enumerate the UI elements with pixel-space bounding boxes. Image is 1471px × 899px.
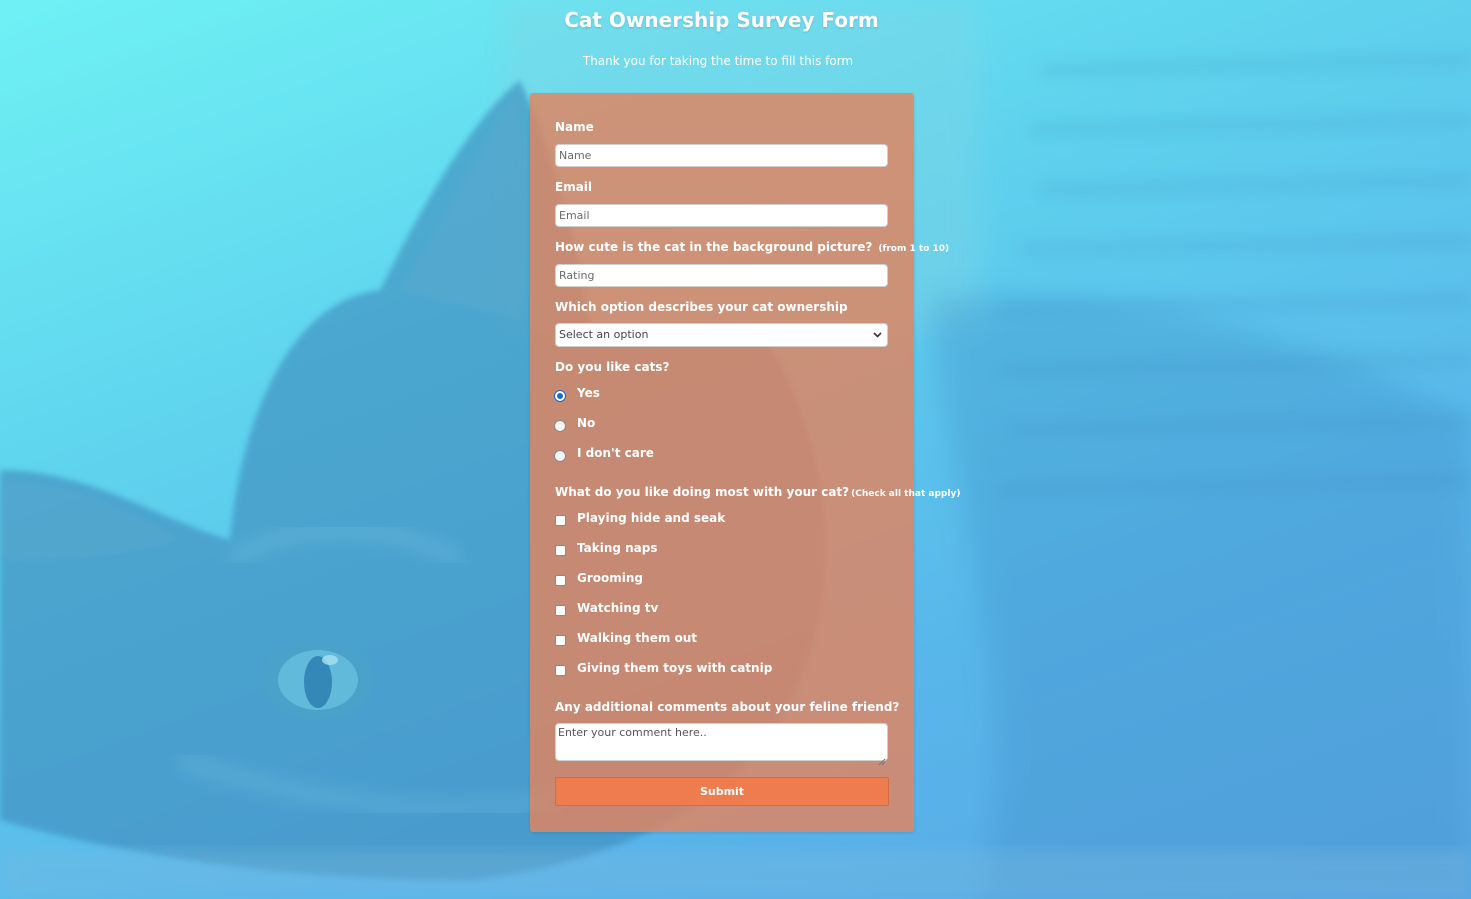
resize-grip-icon[interactable] [878,751,886,770]
radio-button[interactable] [554,450,566,462]
email-input[interactable] [555,204,888,227]
radio-button[interactable] [554,420,566,432]
rating-label-text: How cute is the cat in the background pi… [555,240,873,254]
rating-hint: (from 1 to 10) [878,244,950,254]
like-cats-label: Do you like cats? [555,360,670,374]
comments-textarea[interactable] [555,723,888,761]
activities-label-text: What do you like doing most with your ca… [555,485,850,499]
checkbox[interactable] [555,635,566,646]
rating-input[interactable] [555,264,888,287]
checkbox[interactable] [555,665,566,676]
activities-label: What do you like doing most with your ca… [555,485,960,499]
checkbox[interactable] [555,515,566,526]
name-input[interactable] [555,144,888,167]
ownership-select-value: Select an option [559,328,649,341]
submit-button[interactable]: Submit [555,777,889,806]
survey-form: Name Email How cute is the cat in the ba… [530,93,960,832]
radio-button[interactable] [554,390,566,402]
activities-hint: (Check all that apply) [851,489,961,499]
checkbox-label: Taking naps [577,541,658,555]
checkbox-label: Grooming [577,571,644,585]
ownership-label: Which option describes your cat ownershi… [555,300,848,314]
checkbox[interactable] [555,605,566,616]
checkbox[interactable] [555,575,566,586]
rating-label: How cute is the cat in the background pi… [555,240,949,254]
checkbox-label: Playing hide and seak [577,511,726,525]
ownership-select[interactable]: Select an option [555,323,888,347]
checkbox-label: Walking them out [577,631,698,645]
page-subtitle: Thank you for taking the time to fill th… [582,54,854,68]
checkbox-label: Watching tv [577,601,659,615]
name-label: Name [555,120,594,134]
radio-label: I don't care [577,446,654,460]
checkbox[interactable] [555,545,566,556]
radio-label: No [577,416,596,430]
email-label: Email [555,180,593,194]
radio-label: Yes [577,386,600,400]
checkbox-label: Giving them toys with catnip [577,661,773,675]
chevron-down-icon [872,329,883,343]
comments-label: Any additional comments about your felin… [555,700,900,714]
page-title: Cat Ownership Survey Form [564,8,879,32]
